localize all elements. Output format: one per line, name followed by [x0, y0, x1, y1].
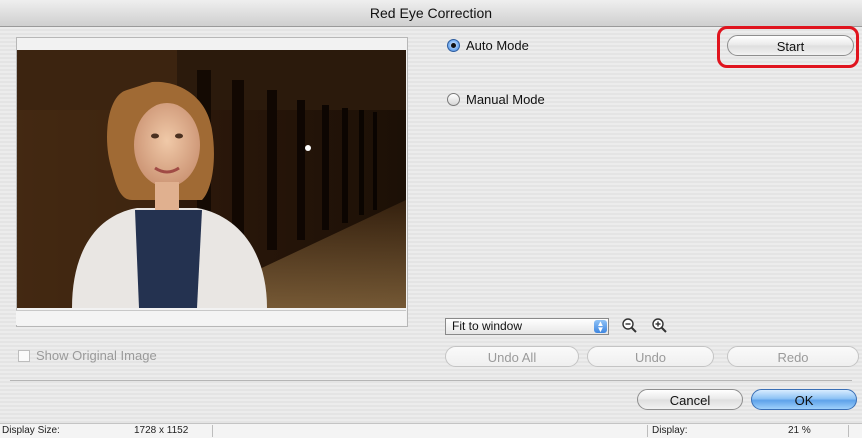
status-bar: Display Size: 1728 x 1152 Display: 21 %	[0, 423, 862, 438]
cancel-button[interactable]: Cancel	[637, 389, 743, 410]
auto-mode-label: Auto Mode	[466, 38, 529, 53]
red-eye-correction-dialog: Red Eye Correction Auto Mode Manual Mode…	[0, 0, 862, 438]
display-value: 21 %	[788, 425, 811, 436]
status-divider	[647, 425, 648, 437]
display-label: Display:	[652, 425, 688, 436]
portrait-photo	[17, 50, 406, 308]
redo-button[interactable]: Redo	[727, 346, 859, 367]
display-size-label: Display Size:	[2, 425, 60, 436]
zoom-select[interactable]: Fit to window ▲ ▼	[445, 318, 609, 335]
undo-button[interactable]: Undo	[587, 346, 714, 367]
ok-button[interactable]: OK	[751, 389, 857, 410]
radio-unselected-icon	[447, 93, 460, 106]
image-preview[interactable]	[17, 50, 406, 308]
show-original-label: Show Original Image	[36, 348, 157, 363]
manual-mode-radio[interactable]: Manual Mode	[447, 92, 545, 107]
auto-mode-radio[interactable]: Auto Mode	[447, 38, 529, 53]
start-button-highlight	[717, 26, 859, 68]
display-size-value: 1728 x 1152	[134, 425, 189, 436]
window-title: Red Eye Correction	[0, 0, 862, 27]
zoom-in-icon[interactable]	[651, 317, 669, 335]
radio-selected-icon	[447, 39, 460, 52]
select-arrows-icon: ▲ ▼	[594, 320, 607, 334]
undo-all-button[interactable]: Undo All	[445, 346, 579, 367]
manual-mode-label: Manual Mode	[466, 92, 545, 107]
zoom-select-value: Fit to window	[452, 319, 523, 333]
preview-scrollbar[interactable]	[16, 310, 406, 325]
separator	[10, 380, 852, 381]
show-original-checkbox[interactable]: Show Original Image	[18, 348, 157, 363]
checkbox-box	[18, 349, 30, 362]
status-divider	[848, 425, 849, 437]
status-divider	[212, 425, 213, 437]
zoom-out-icon[interactable]	[621, 317, 639, 335]
